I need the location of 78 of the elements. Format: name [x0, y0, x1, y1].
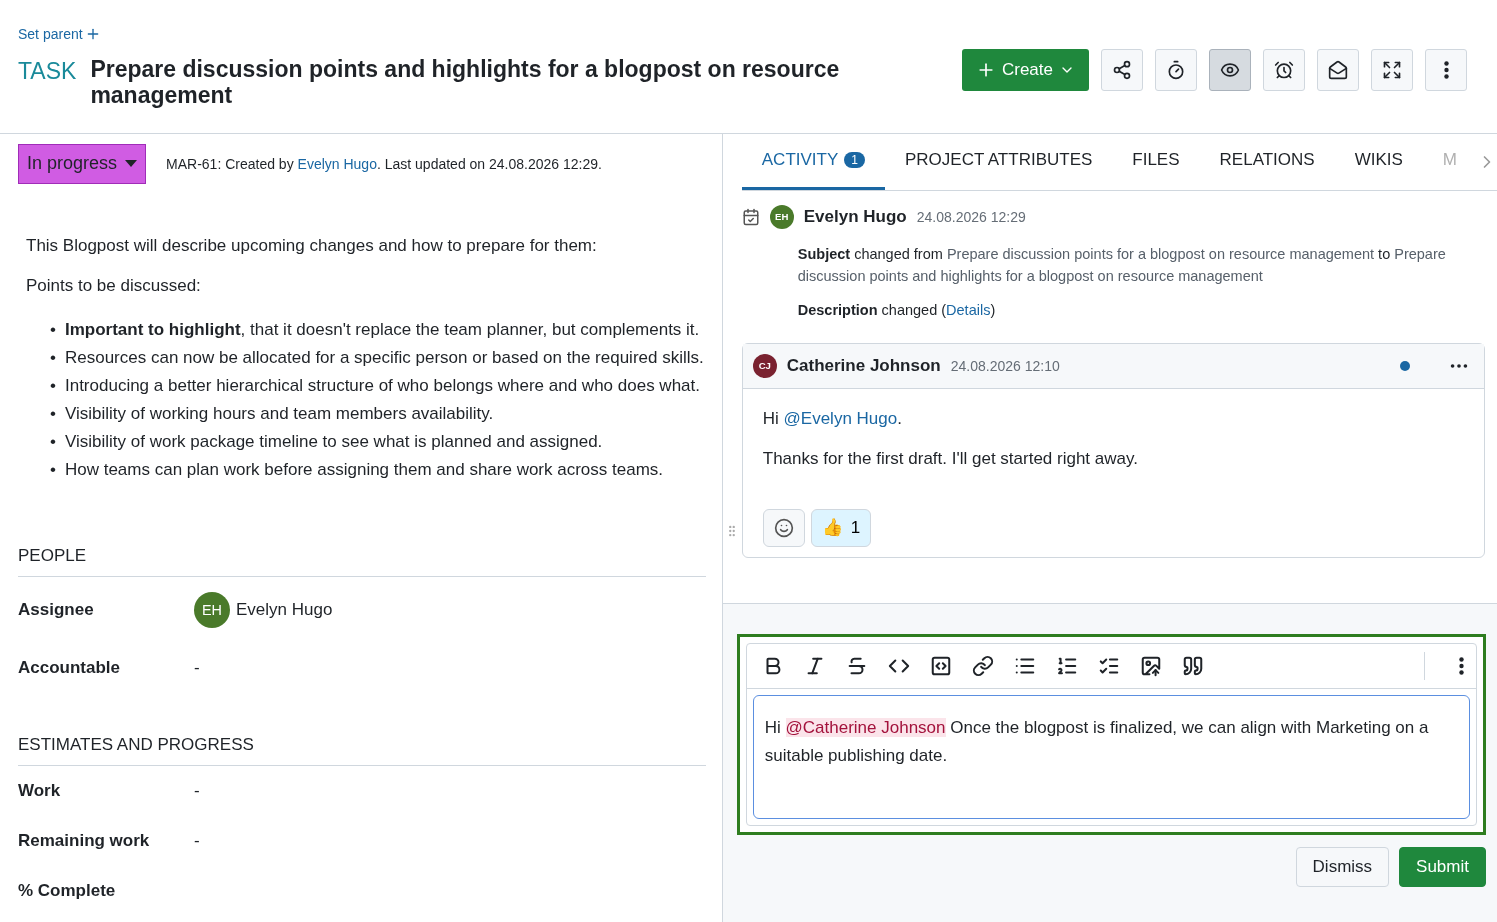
dismiss-button[interactable]: Dismiss [1295, 846, 1390, 887]
alarm-clock-button[interactable] [1263, 49, 1305, 91]
bullet-point: Visibility of work package timeline to see what is planned and assigned. [64, 430, 603, 453]
more-icon [1459, 656, 1464, 675]
meta-text: MAR-61: Created by Evelyn Hugo. Last updated on 24.08.2026 12:29. [166, 155, 602, 172]
timestamp: 24.08.2026 12:29 [916, 208, 1026, 225]
field-label: Work [18, 780, 62, 801]
timer-button[interactable] [1155, 49, 1197, 91]
status-dropdown[interactable]: In progress [18, 143, 147, 184]
add-reaction-button[interactable] [762, 508, 805, 547]
avatar: EH [769, 204, 794, 229]
bullet-marker: • [50, 374, 56, 397]
timer-icon [1166, 60, 1186, 80]
expand-button[interactable] [1371, 49, 1413, 91]
alarm-clock-icon [1274, 60, 1294, 80]
field-label: Remaining work [18, 830, 151, 851]
change-entry: Description changed (Details) [797, 300, 997, 320]
reaction-button[interactable]: 👍 1 [810, 508, 872, 547]
bullet-point: How teams can plan work before assigning them and share work across teams. [64, 458, 664, 481]
description-text: Points to be discussed: [26, 275, 202, 296]
create-button[interactable]: Create [961, 49, 1089, 91]
section-title: ESTIMATES AND PROGRESS [18, 734, 706, 766]
avatar: EH [194, 591, 230, 628]
code-block-icon [929, 654, 952, 677]
bullet-point: Visibility of working hours and team members availability. [64, 402, 494, 425]
bullet-marker: • [50, 318, 56, 341]
expand-icon [1382, 60, 1402, 80]
share-icon [1112, 60, 1132, 80]
field-value: - [194, 780, 200, 801]
field-value: - [194, 657, 200, 678]
author-name: Catherine Johnson [786, 355, 941, 376]
bullet-point: Introducing a better hierarchical structure of who belongs where and who does what. [64, 374, 700, 397]
field-label: % Complete [18, 880, 117, 901]
share-button[interactable] [1101, 49, 1143, 91]
type-label: TASK [18, 58, 77, 85]
link-icon [971, 654, 994, 677]
tab[interactable]: RELATIONS [1199, 133, 1335, 190]
image-upload-icon [1139, 654, 1162, 677]
timestamp: 24.08.2026 12:10 [950, 357, 1060, 374]
task-title: Prepare discussion points and highlights for a blogpost on resource management [90, 56, 841, 109]
author-link[interactable]: Evelyn Hugo [297, 155, 377, 172]
section-title: PEOPLE [18, 545, 706, 577]
bullet-marker: • [50, 402, 56, 425]
field-value: - [194, 830, 200, 851]
tab[interactable]: PROJECT ATTRIBUTES [884, 133, 1113, 190]
details-link[interactable]: Details [946, 301, 991, 318]
comment-field[interactable]: Hi @Catherine Johnson Once the blogpost is finalized, we can align with Marketing on a suitable publishing date. [752, 694, 1470, 819]
more-button[interactable] [1424, 651, 1464, 680]
submit-button[interactable]: Submit [1399, 846, 1486, 887]
avatar: CJ [752, 353, 777, 378]
envelope-icon [1328, 60, 1348, 80]
quote-icon [1181, 654, 1204, 677]
tab[interactable]: FILES [1112, 133, 1200, 190]
more-icon [1443, 61, 1449, 79]
field-value: Evelyn Hugo [236, 599, 333, 620]
tab[interactable]: ACTIVITY 1 [741, 133, 885, 190]
smiley-icon [773, 517, 794, 538]
set-parent-link[interactable]: Set parent [18, 26, 1497, 42]
mention-link[interactable]: @Evelyn Hugo [783, 408, 898, 428]
change-entry: Subject changed from Prepare discussion points for a blogpost on resource management to Prepare discussion points and highlights for a blogpost on resource management [797, 244, 1447, 286]
comment-text: Thanks for the first draft. I'll get started right away. [762, 448, 1139, 469]
count-badge: 1 [844, 152, 865, 169]
bullet-marker: • [50, 430, 56, 453]
field-label: Accountable [18, 657, 122, 678]
tab[interactable]: WIKIS [1334, 133, 1423, 190]
eye-icon [1220, 60, 1240, 80]
description-text: This Blogpost will describe upcoming changes and how to prepare for them: [26, 235, 598, 256]
bullet-marker: • [50, 346, 56, 369]
bullet-point: Important to highlight, that it doesn't replace the team planner, but complements it. [64, 318, 700, 341]
field-label: Assignee [18, 599, 95, 620]
eye-button[interactable] [1209, 49, 1251, 91]
comment-text: Hi @Evelyn Hugo. [762, 408, 903, 429]
bullet-point: Resources can now be allocated for a specific person or based on the required skills. [64, 346, 704, 369]
author-name: Evelyn Hugo [803, 206, 907, 227]
bullet-marker: • [50, 458, 56, 481]
calendar-icon [741, 207, 760, 226]
envelope-button[interactable] [1317, 49, 1359, 91]
caret-icon [125, 160, 138, 168]
